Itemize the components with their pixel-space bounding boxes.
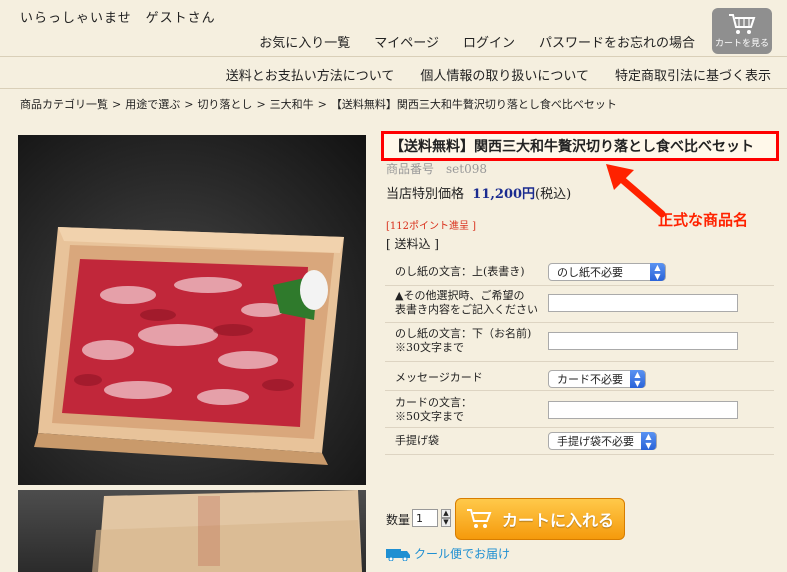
nav-mypage-link[interactable]: マイページ: [374, 32, 439, 51]
option-label: 手提げ袋: [395, 434, 439, 447]
price-tax-note: (税込): [535, 187, 572, 202]
card-message-input[interactable]: [548, 401, 738, 419]
price-row: 当店特別価格 11,200円(税込): [386, 183, 571, 202]
nav-forgot-password-link[interactable]: パスワードをお忘れの場合: [539, 32, 695, 51]
quantity-input[interactable]: 1: [412, 509, 438, 527]
price-label: 当店特別価格: [386, 187, 465, 202]
nav-shipping-payment-link[interactable]: 送料とお支払い方法について: [226, 65, 395, 84]
noshi-name-input[interactable]: [548, 332, 738, 350]
nav-privacy-link[interactable]: 個人情報の取り扱いについて: [420, 65, 589, 84]
breadcrumb: 商品カテゴリ一覧 > 用途で選ぶ > 切り落とし > 三大和牛 > 【送料無料】関西三大和牛贅沢…: [20, 96, 617, 112]
add-to-cart-button[interactable]: カートに入れる: [455, 498, 625, 540]
product-main-image[interactable]: [18, 135, 366, 485]
breadcrumb-separator: >: [184, 98, 194, 111]
quantity-stepper[interactable]: ▲ ▼: [441, 509, 451, 527]
tote-bag-select-value: 手提げ袋不必要: [557, 435, 634, 448]
options-table: のし紙の文言：上(表書き) のし紙不必要 ▲ ▼ ▲その他選択時、ご希望の 表書き…: [385, 258, 774, 455]
cart-icon: [466, 509, 492, 528]
option-label-line: ▲その他選択時、ご希望の: [395, 289, 525, 302]
option-row: のし紙の文言：下（お名前) ※30文字まで: [385, 323, 774, 362]
points-note: [112ポイント進呈 ]: [386, 221, 477, 232]
breadcrumb-current: 【送料無料】関西三大和牛贅沢切り落とし食べ比べセット: [330, 98, 617, 111]
select-chevron-icon: ▲ ▼: [650, 263, 665, 281]
breadcrumb-separator: >: [112, 98, 122, 111]
select-chevron-icon: ▲ ▼: [630, 370, 645, 388]
option-label: ▲その他選択時、ご希望の 表書き内容をご記入ください: [395, 289, 538, 317]
cool-delivery-label: クール便でお届け: [414, 547, 511, 561]
option-label-line: ※50文字まで: [395, 410, 464, 423]
option-row: ▲その他選択時、ご希望の 表書き内容をご記入ください: [385, 286, 774, 323]
nav-login-link[interactable]: ログイン: [463, 32, 515, 51]
breadcrumb-item[interactable]: 商品カテゴリ一覧: [20, 98, 108, 111]
product-title: 【送料無料】関西三大和牛贅沢切り落とし食べ比べセット: [381, 131, 779, 161]
select-chevron-icon: ▲ ▼: [641, 432, 656, 450]
beef-box-illustration: [34, 227, 344, 465]
increment-arrow-icon[interactable]: ▲: [441, 509, 451, 518]
greeting-text: いらっしゃいませ ゲストさん: [20, 11, 216, 26]
option-row: メッセージカード カード不必要 ▲ ▼: [385, 362, 774, 391]
cool-delivery-note: クール便でお届け: [386, 545, 510, 562]
option-label: メッセージカード: [395, 371, 483, 384]
option-label-line: カードの文言：: [395, 396, 472, 409]
option-label-line: 表書き内容をご記入ください: [395, 303, 538, 316]
breadcrumb-item[interactable]: 三大和牛: [270, 98, 314, 111]
breadcrumb-separator: >: [317, 98, 327, 111]
nav-favorites-link[interactable]: お気に入り一覧: [259, 32, 350, 51]
divider: [0, 88, 787, 89]
product-secondary-image[interactable]: [18, 490, 366, 572]
noshi-top-select-value: のし紙不必要: [557, 266, 623, 279]
tote-bag-select[interactable]: 手提げ袋不必要 ▲ ▼: [548, 432, 657, 450]
breadcrumb-item[interactable]: 用途で選ぶ: [125, 98, 180, 111]
shopping-cart-icon: [729, 14, 756, 34]
shipping-note: [ 送料込 ]: [386, 237, 439, 251]
quantity-label: 数量: [386, 513, 411, 527]
breadcrumb-item[interactable]: 切り落とし: [197, 98, 252, 111]
option-row: カードの文言： ※50文字まで: [385, 391, 774, 428]
option-label-line: のし紙の文言：下（お名前): [395, 327, 532, 340]
message-card-select-value: カード不必要: [557, 373, 623, 386]
add-to-cart-label: カートに入れる: [501, 511, 614, 530]
noshi-other-input[interactable]: [548, 294, 738, 312]
option-row: のし紙の文言：上(表書き) のし紙不必要 ▲ ▼: [385, 258, 774, 286]
message-card-select[interactable]: カード不必要 ▲ ▼: [548, 370, 646, 388]
price-value: 11,200円: [472, 187, 536, 202]
view-cart-label: カートを見る: [714, 39, 769, 49]
product-code: 商品番号 set098: [386, 162, 487, 176]
view-cart-button[interactable]: カートを見る: [712, 8, 772, 54]
secondary-nav: 送料とお支払い方法について 個人情報の取り扱いについて 特定商取引法に基づく表示: [226, 65, 771, 84]
divider: [0, 56, 787, 57]
option-label: のし紙の文言：上(表書き): [395, 265, 525, 278]
option-label-line: ※30文字まで: [395, 341, 464, 354]
option-row: 手提げ袋 手提げ袋不必要 ▲ ▼: [385, 428, 774, 455]
option-label: カードの文言： ※50文字まで: [395, 396, 472, 424]
noshi-top-select[interactable]: のし紙不必要 ▲ ▼: [548, 263, 666, 281]
decrement-arrow-icon[interactable]: ▼: [441, 518, 451, 527]
gift-box-illustration: [92, 490, 362, 572]
primary-nav: お気に入り一覧 マイページ ログイン パスワードをお忘れの場合: [259, 32, 695, 51]
nav-commercial-law-link[interactable]: 特定商取引法に基づく表示: [615, 65, 771, 84]
breadcrumb-separator: >: [256, 98, 266, 111]
delivery-truck-icon: [386, 548, 410, 561]
option-label: のし紙の文言：下（お名前) ※30文字まで: [395, 327, 531, 355]
annotation-label: 正式な商品名: [658, 211, 749, 229]
